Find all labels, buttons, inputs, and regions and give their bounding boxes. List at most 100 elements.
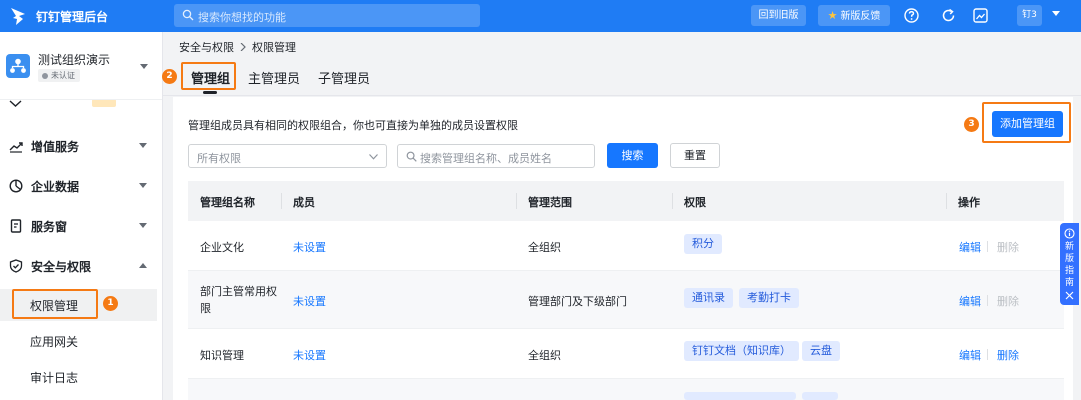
- sidebar-item-value-added-services[interactable]: 增值服务: [0, 128, 162, 164]
- help-circle-icon[interactable]: [903, 7, 920, 24]
- table-row: 企业文化 未设置 全组织 积分 编辑 删除: [188, 221, 1064, 271]
- sidebar-item-label: 企业数据: [31, 180, 80, 194]
- guide-label: 新版指南: [1064, 242, 1074, 288]
- chart-icon: [9, 179, 23, 193]
- close-icon[interactable]: [1065, 291, 1074, 300]
- global-search-input[interactable]: 搜索你想找的功能: [174, 4, 480, 27]
- action-divider: [987, 295, 988, 306]
- members-link[interactable]: 未设置: [293, 293, 326, 309]
- sidebar-subitem-audit-log[interactable]: 审计日志: [0, 361, 162, 393]
- search-icon: [182, 9, 194, 21]
- search-icon: [406, 151, 417, 162]
- sidebar-item-enterprise-data[interactable]: 企业数据: [0, 168, 162, 204]
- members-link[interactable]: 未设置: [293, 347, 326, 363]
- org-avatar: [6, 54, 30, 78]
- permission-tag-partial: [802, 392, 838, 400]
- search-button[interactable]: 搜索: [607, 143, 658, 168]
- info-icon: [1064, 228, 1075, 239]
- chevron-up-icon: [139, 263, 147, 268]
- edit-link[interactable]: 编辑: [959, 347, 981, 363]
- edit-link[interactable]: 编辑: [959, 293, 981, 309]
- chevron-down-icon: [369, 154, 378, 160]
- breadcrumb-parent[interactable]: 安全与权限: [179, 41, 234, 54]
- column-header: 管理组名称: [200, 196, 255, 209]
- permission-filter-placeholder: 所有权限: [197, 152, 241, 165]
- step-highlight-admin-groups-tab: [181, 62, 236, 90]
- column-header: 操作: [958, 196, 980, 209]
- members-link[interactable]: 未设置: [293, 239, 326, 255]
- app-title: 钉钉管理后台: [36, 10, 109, 24]
- star-icon: ★: [827, 9, 838, 22]
- new-version-guide-tab[interactable]: 新版指南: [1060, 223, 1079, 305]
- delete-link: 删除: [997, 241, 1019, 254]
- permission-tag: 考勤打卡: [739, 288, 799, 308]
- tab-primary-admin[interactable]: 主管理员: [248, 68, 300, 87]
- breadcrumb: 安全与权限 权限管理: [179, 39, 296, 55]
- table-row: 部门主管常用权限 未设置 管理部门及下级部门 通讯录 考勤打卡 编辑 删除: [188, 271, 1064, 329]
- tab-sub-admins[interactable]: 子管理员: [318, 68, 370, 87]
- chevron-down-icon[interactable]: [140, 64, 148, 70]
- table-row: 知识管理 未设置 全组织 钉钉文档（知识库） 云盘 编辑 删除: [188, 329, 1064, 379]
- global-search-placeholder: 搜索你想找的功能: [198, 11, 286, 24]
- top-bar: 钉钉管理后台 搜索你想找的功能 回到旧版 ★ 新版反馈 钉3: [0, 0, 1081, 32]
- column-divider: [672, 193, 673, 209]
- sidebar-subitem-label: 应用网关: [30, 335, 79, 349]
- permission-tag: 云盘: [802, 341, 840, 361]
- org-verification-badge: 未认证: [38, 69, 80, 82]
- column-divider: [946, 193, 947, 209]
- tab-bar: 管理组 主管理员 子管理员: [163, 58, 1081, 96]
- org-structure-icon: [10, 58, 26, 73]
- column-header: 权限: [684, 196, 706, 209]
- org-name: 测试组织演示: [38, 53, 111, 67]
- table-row-partial: [188, 379, 1064, 400]
- chevron-down-icon: [139, 223, 147, 228]
- chevron-down-icon[interactable]: [1052, 11, 1060, 17]
- permission-filter-select[interactable]: 所有权限: [188, 144, 387, 168]
- screenshot-icon[interactable]: [972, 7, 989, 24]
- chevron-down-icon: [139, 183, 147, 188]
- trend-icon: [9, 142, 23, 153]
- sidebar-subitem-app-gateway[interactable]: 应用网关: [0, 325, 162, 357]
- sidebar-item-label: 安全与权限: [31, 260, 92, 274]
- page-description: 管理组成员具有相同的权限组合，你也可直接为单独的成员设置权限: [188, 119, 518, 132]
- feedback-button[interactable]: ★ 新版反馈: [818, 5, 890, 26]
- org-switcher[interactable]: 测试组织演示 未认证: [0, 32, 162, 100]
- sidebar-item-security-permissions[interactable]: 安全与权限: [0, 248, 162, 284]
- delete-link: 删除: [997, 295, 1019, 308]
- group-name: 部门主管常用权限: [200, 285, 277, 315]
- scope: 管理部门及下级部门: [528, 295, 627, 308]
- sidebar-item-service-window[interactable]: 服务窗: [0, 208, 162, 244]
- edit-link[interactable]: 编辑: [959, 239, 981, 255]
- sidebar-item-label: 增值服务: [31, 140, 80, 154]
- action-divider: [987, 241, 988, 252]
- breadcrumb-current: 权限管理: [252, 41, 296, 54]
- reset-button[interactable]: 重置: [670, 143, 720, 168]
- dingtalk-logo-icon[interactable]: [8, 6, 28, 26]
- step-highlight-permission-management: [12, 289, 98, 319]
- permission-tag: 钉钉文档（知识库）: [684, 341, 799, 361]
- group-name: 企业文化: [200, 241, 244, 254]
- permission-tag: 积分: [684, 234, 722, 254]
- column-header: 管理范围: [528, 196, 572, 209]
- action-divider: [987, 349, 988, 360]
- active-tab-indicator: [203, 91, 217, 94]
- permission-tag: 通讯录: [684, 288, 733, 308]
- permission-tag-partial: [684, 392, 796, 400]
- step-badge: 1: [103, 296, 118, 311]
- back-to-old-version-button[interactable]: 回到旧版: [751, 5, 806, 26]
- delete-link[interactable]: 删除: [997, 347, 1019, 363]
- table-header: 管理组名称 成员 管理范围 权限 操作: [188, 181, 1064, 221]
- admin-group-search-placeholder: 搜索管理组名称、成员姓名: [420, 152, 552, 165]
- chevron-down-icon: [139, 143, 147, 148]
- column-header: 成员: [293, 196, 315, 209]
- group-name: 知识管理: [200, 349, 244, 362]
- bookmark-icon: [10, 219, 22, 233]
- partial-item-tag: [92, 99, 116, 107]
- add-admin-group-button[interactable]: 添加管理组: [992, 111, 1063, 137]
- sidebar: 测试组织演示 未认证 增值服务 企业数据 服务窗 安全与权限 权限管理 应用网关…: [0, 32, 163, 400]
- sidebar-item-label: 服务窗: [31, 220, 68, 234]
- user-avatar[interactable]: 钉3: [1017, 5, 1042, 26]
- feedback-label: 新版反馈: [840, 11, 881, 22]
- refresh-icon[interactable]: [940, 7, 957, 24]
- admin-group-search-input[interactable]: 搜索管理组名称、成员姓名: [397, 144, 595, 168]
